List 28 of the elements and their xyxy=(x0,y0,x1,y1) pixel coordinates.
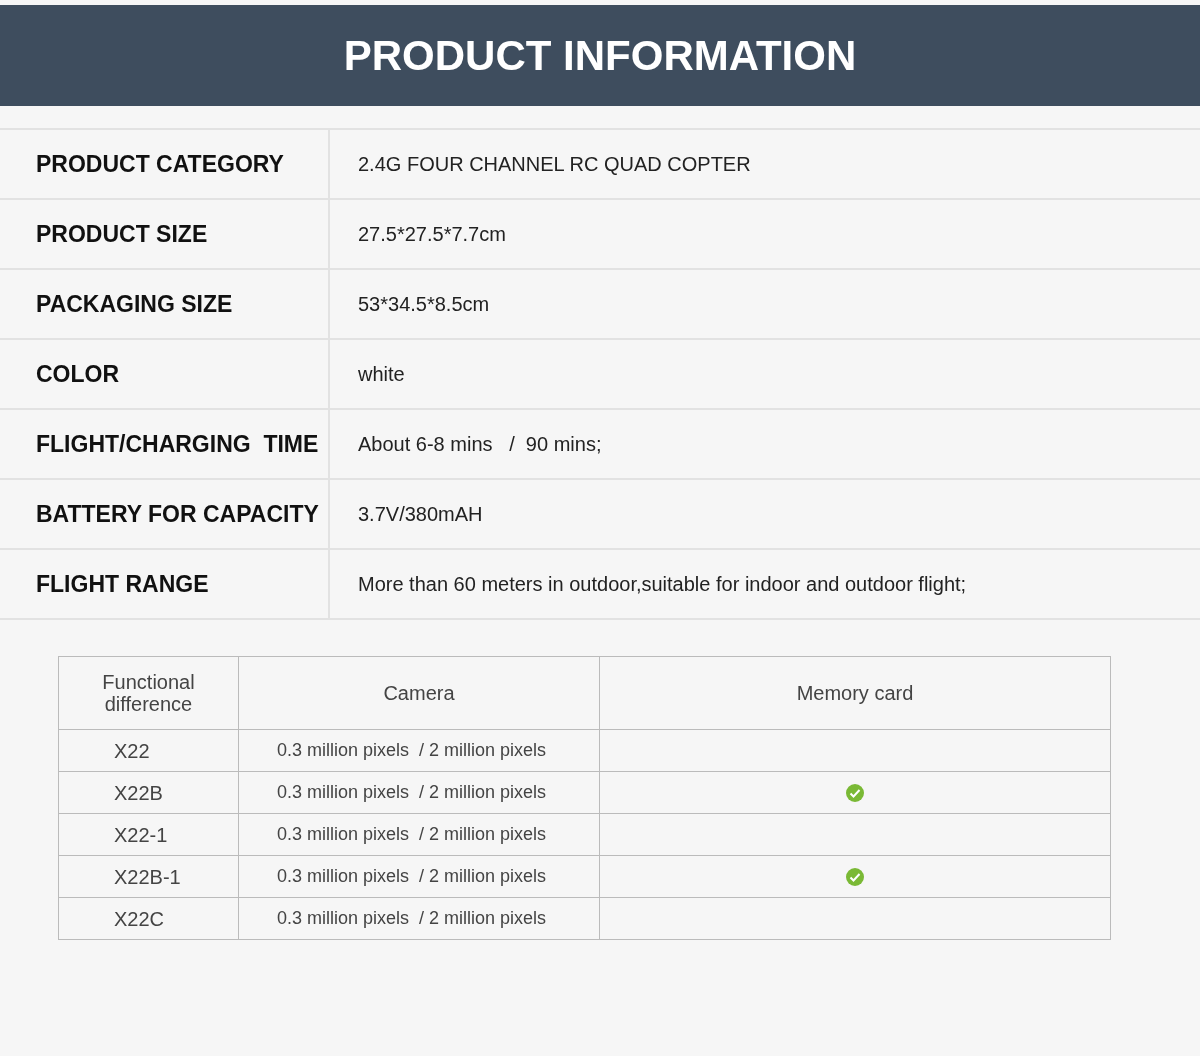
table-cell: 0.3 million pixels / 2 million pixels xyxy=(239,898,600,940)
spec-value: white xyxy=(357,361,406,387)
spec-value: About 6-8 mins / 90 mins; xyxy=(357,431,603,457)
table-cell: X22 xyxy=(59,730,239,772)
table-cell: X22B xyxy=(59,772,239,814)
column-header: Memory card xyxy=(600,657,1111,730)
spec-label: FLIGHT/CHARGING TIME xyxy=(0,410,330,478)
table-cell: X22-1 xyxy=(59,814,239,856)
spec-label: BATTERY FOR CAPACITY xyxy=(0,480,330,548)
table-cell: X22B-1 xyxy=(59,856,239,898)
table-cell: X22C xyxy=(59,898,239,940)
spec-label: PACKAGING SIZE xyxy=(0,270,330,338)
spec-value: 2.4G FOUR CHANNEL RC QUAD COPTER xyxy=(357,151,752,177)
spec-value: 3.7V/380mAH xyxy=(357,501,484,527)
table-cell: 0.3 million pixels / 2 million pixels xyxy=(239,730,600,772)
page-title: PRODUCT INFORMATION xyxy=(0,5,1200,106)
column-header: Camera xyxy=(239,657,600,730)
spec-label: COLOR xyxy=(0,340,330,408)
spec-label: PRODUCT CATEGORY xyxy=(0,130,330,198)
spec-label: PRODUCT SIZE xyxy=(0,200,330,268)
spec-value: 53*34.5*8.5cm xyxy=(357,291,491,317)
table-cell: 0.3 million pixels / 2 million pixels xyxy=(239,814,600,856)
table-cell: 0.3 million pixels / 2 million pixels xyxy=(239,772,600,814)
spec-label: FLIGHT RANGE xyxy=(0,550,330,618)
table-cell: 0.3 million pixels / 2 million pixels xyxy=(239,856,600,898)
spec-value: 27.5*27.5*7.7cm xyxy=(357,221,507,247)
column-header: Functional difference xyxy=(59,657,239,730)
spec-value: More than 60 meters in outdoor,suitable for indoor and outdoor flight; xyxy=(357,571,968,597)
